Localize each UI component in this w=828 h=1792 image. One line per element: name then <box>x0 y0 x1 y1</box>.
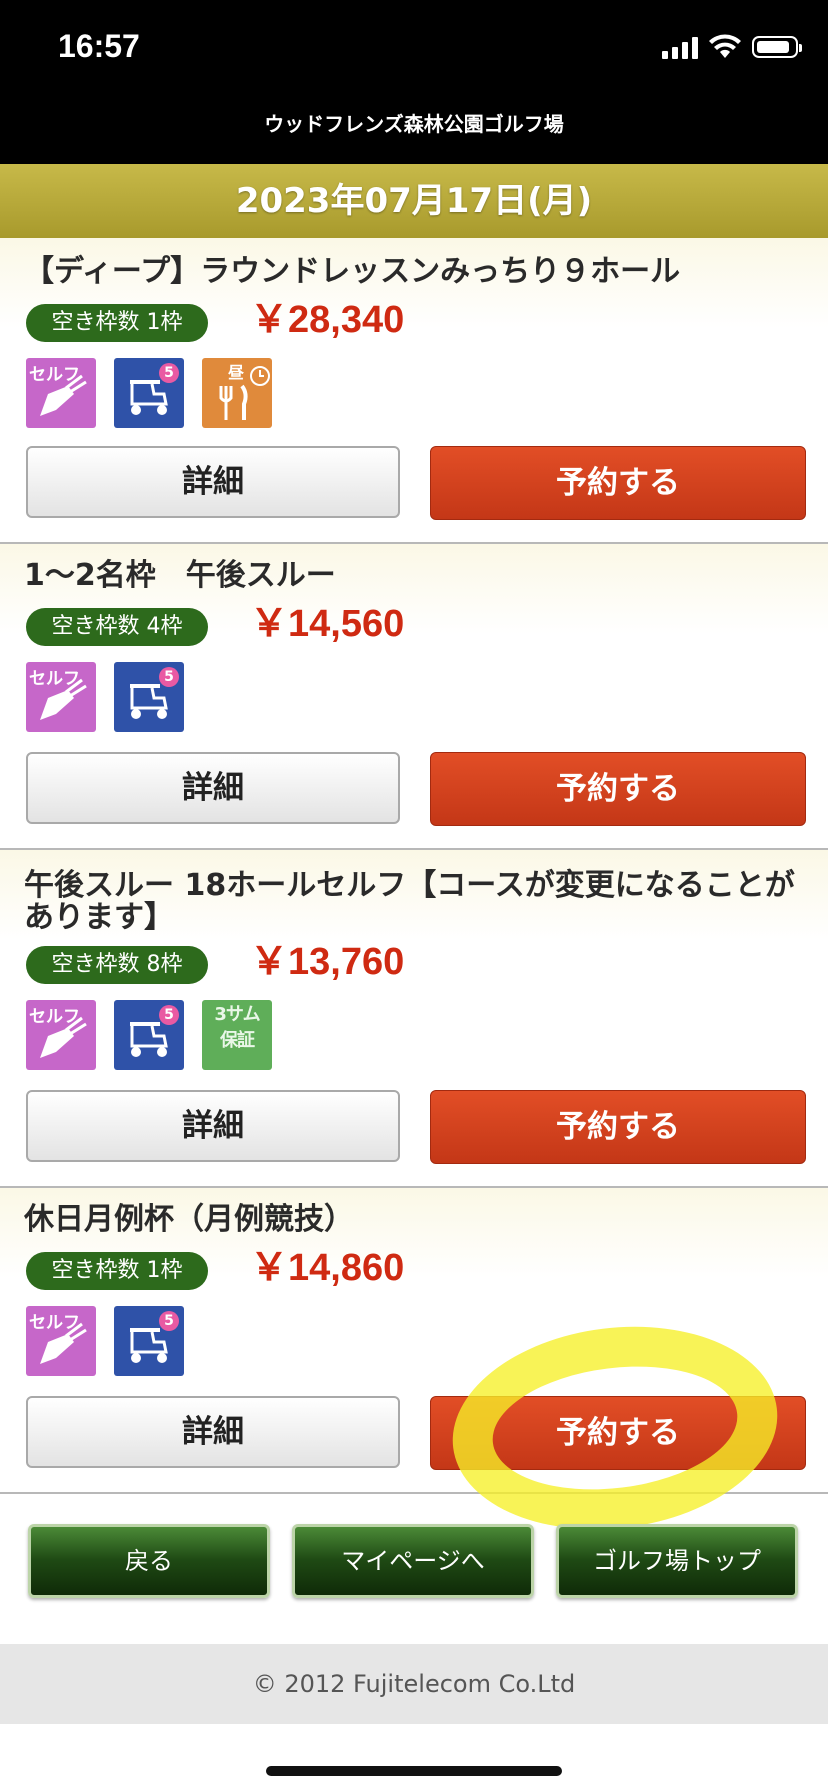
cellular-signal-icon <box>662 35 698 59</box>
cart-5-seater-icon: 5 <box>114 1306 184 1376</box>
footer: © 2012 Fujitelecom Co.Ltd <box>0 1644 828 1724</box>
plan-title: 1〜2名枠 午後スルー <box>24 558 336 593</box>
status-time: 16:57 <box>58 28 140 64</box>
home-indicator[interactable] <box>266 1766 562 1776</box>
site-name: ウッドフレンズ森林公園ゴルフ場 <box>264 112 564 136</box>
plan-title: 【ディープ】ラウンドレッスンみっちり９ホール <box>24 254 681 289</box>
plan-title: 午後スルー 18ホールセルフ【コースが変更になることがあります】 <box>24 868 795 935</box>
cart-5-seater-icon: 5 <box>114 1000 184 1070</box>
back-button[interactable]: 戻る <box>28 1524 270 1598</box>
plan-card: 1〜2名枠 午後スルー 空き枠数 4枠 ￥14,560 セルフ 5 詳細 予約す… <box>0 544 828 850</box>
detail-button[interactable]: 詳細 <box>26 446 400 518</box>
reserve-button[interactable]: 予約する <box>430 1396 806 1470</box>
vacancy-badge: 空き枠数 8枠 <box>26 946 208 984</box>
lunch-icon: 昼 <box>202 358 272 428</box>
plan-card: 午後スルー 18ホールセルフ【コースが変更になることがあります】 空き枠数 8枠… <box>0 850 828 1188</box>
self-play-icon: セルフ <box>26 1000 96 1070</box>
vacancy-badge: 空き枠数 1枠 <box>26 304 208 342</box>
threesome-guarantee-icon: 3サム 保証 <box>202 1000 272 1070</box>
play-date: 2023年07月17日(月) <box>235 181 593 221</box>
cart-5-seater-icon: 5 <box>114 358 184 428</box>
plan-title: 休日月例杯（月例競技） <box>24 1202 354 1237</box>
self-play-icon: セルフ <box>26 662 96 732</box>
battery-icon <box>752 36 802 58</box>
site-header: ウッドフレンズ森林公園ゴルフ場 <box>0 100 828 164</box>
detail-button[interactable]: 詳細 <box>26 1090 400 1162</box>
plan-price: ￥28,340 <box>250 299 405 341</box>
wifi-icon <box>709 34 741 58</box>
self-play-icon: セルフ <box>26 358 96 428</box>
plan-icons: セルフ 5 昼 <box>26 358 272 428</box>
reserve-button[interactable]: 予約する <box>430 446 806 520</box>
status-bar: 16:57 <box>0 0 828 100</box>
date-bar: 2023年07月17日(月) <box>0 164 828 238</box>
copyright: © 2012 Fujitelecom Co.Ltd <box>252 1670 576 1698</box>
vacancy-badge: 空き枠数 1枠 <box>26 1252 208 1290</box>
plan-card: 休日月例杯（月例競技） 空き枠数 1枠 ￥14,860 セルフ 5 詳細 予約す… <box>0 1188 828 1494</box>
reserve-button[interactable]: 予約する <box>430 1090 806 1164</box>
self-play-icon: セルフ <box>26 1306 96 1376</box>
golf-top-button[interactable]: ゴルフ場トップ <box>556 1524 798 1598</box>
plan-price: ￥14,560 <box>250 603 405 645</box>
plan-card: 【ディープ】ラウンドレッスンみっちり９ホール 空き枠数 1枠 ￥28,340 セ… <box>0 238 828 544</box>
mypage-button[interactable]: マイページへ <box>292 1524 534 1598</box>
detail-button[interactable]: 詳細 <box>26 1396 400 1468</box>
vacancy-badge: 空き枠数 4枠 <box>26 608 208 646</box>
detail-button[interactable]: 詳細 <box>26 752 400 824</box>
plan-icons: セルフ 5 3サム 保証 <box>26 1000 272 1070</box>
cart-5-seater-icon: 5 <box>114 662 184 732</box>
status-icons <box>662 34 802 60</box>
plan-price: ￥14,860 <box>250 1247 405 1289</box>
reserve-button[interactable]: 予約する <box>430 752 806 826</box>
plan-price: ￥13,760 <box>250 941 405 983</box>
plan-icons: セルフ 5 <box>26 1306 184 1376</box>
plan-icons: セルフ 5 <box>26 662 184 732</box>
